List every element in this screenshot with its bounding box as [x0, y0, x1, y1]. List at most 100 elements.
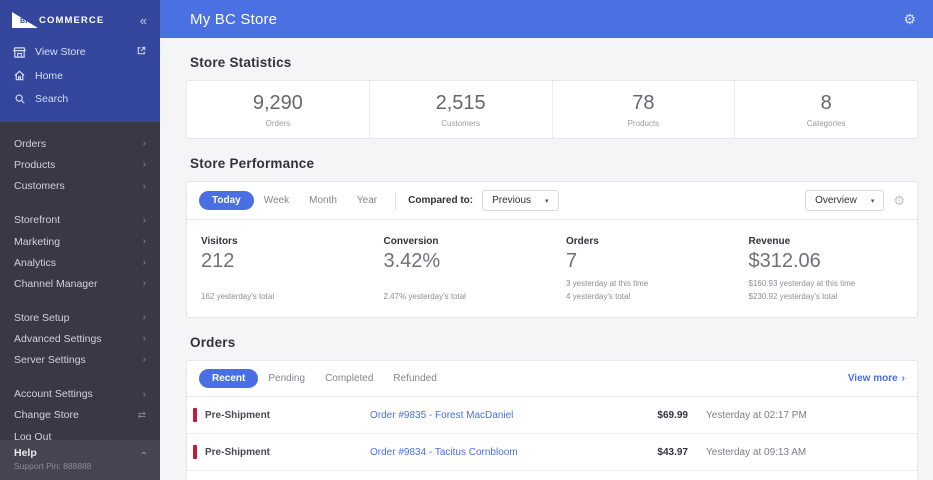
- tab-recent[interactable]: Recent: [199, 369, 259, 388]
- sidebar-item-marketing[interactable]: Marketing ›: [0, 232, 160, 253]
- toolbar-right: Overview ▾ ⚙: [805, 190, 905, 211]
- chevron-right-icon: ›: [142, 256, 146, 268]
- sidebar-item-home[interactable]: Home: [0, 64, 160, 87]
- stat-value: 8: [820, 92, 832, 114]
- storefront-icon: [13, 46, 26, 59]
- settings-gear-icon[interactable]: ⚙: [903, 12, 916, 26]
- sidebar-item-storefront[interactable]: Storefront ›: [0, 210, 160, 231]
- stat-label: Categories: [806, 119, 846, 128]
- metric-value: $312.06: [748, 250, 821, 272]
- metric-sub-line: $230.92 yesterday's total: [748, 291, 838, 301]
- search-icon: [13, 92, 26, 105]
- view-select[interactable]: Overview ▾: [805, 190, 885, 211]
- metric-conversion: Conversion 3.42% 2.47% yesterday's total: [370, 230, 553, 305]
- nav-group-marketing: Storefront › Marketing › Analytics › Cha…: [0, 210, 160, 295]
- performance-toolbar: Today Week Month Year Compared to: Previ…: [187, 182, 917, 220]
- sidebar-item-label: Store Setup: [14, 311, 70, 324]
- sidebar-item-server-settings[interactable]: Server Settings ›: [0, 350, 160, 371]
- sidebar-store-section: BIG COMMERCE « View Store Home Search: [0, 0, 160, 122]
- chevron-right-icon: ›: [142, 388, 146, 400]
- compared-to-label: Compared to:: [408, 195, 474, 206]
- order-link[interactable]: Order #9835 - Forest MacDaniel: [370, 410, 613, 421]
- sidebar-item-customers[interactable]: Customers ›: [0, 176, 160, 197]
- metric-value: 3.42%: [383, 250, 441, 272]
- sidebar-item-account-settings[interactable]: Account Settings ›: [0, 384, 160, 405]
- performance-settings-gear-icon[interactable]: ⚙: [893, 194, 905, 207]
- sidebar-item-search[interactable]: Search: [0, 87, 160, 110]
- caret-down-icon: ▾: [870, 197, 875, 205]
- stat-value: 2,515: [435, 92, 486, 114]
- order-link[interactable]: Order #9834 - Tacitus Cornbloom: [370, 447, 613, 458]
- content: Store Statistics 9,290 Orders 2,515 Cust…: [160, 38, 933, 480]
- home-icon: [13, 69, 26, 82]
- sidebar-item-channel-manager[interactable]: Channel Manager ›: [0, 274, 160, 295]
- metric-subtext: 2.47% yesterday's total: [384, 275, 539, 303]
- order-date: Yesterday at 09:13 AM: [706, 446, 807, 458]
- sidebar-item-advanced-settings[interactable]: Advanced Settings ›: [0, 329, 160, 350]
- help-text: Help Support Pin: 888888: [14, 447, 92, 471]
- tab-today[interactable]: Today: [199, 191, 254, 210]
- view-select-value: Overview: [815, 195, 857, 206]
- sidebar: BIG COMMERCE « View Store Home Search Or…: [0, 0, 160, 480]
- tab-month[interactable]: Month: [299, 191, 347, 210]
- tab-week[interactable]: Week: [254, 191, 299, 210]
- metric-revenue: Revenue $312.06 $160.93 yesterday at thi…: [735, 230, 918, 305]
- store-statistics-heading: Store Statistics: [190, 55, 292, 70]
- order-amount: $69.99: [657, 409, 688, 421]
- chevron-right-icon: ›: [901, 373, 905, 384]
- tab-year[interactable]: Year: [347, 191, 387, 210]
- chevron-right-icon: ›: [142, 235, 146, 247]
- stat-value: 9,290: [252, 92, 303, 114]
- metric-label: Orders: [566, 236, 599, 247]
- sidebar-item-orders[interactable]: Orders ›: [0, 134, 160, 155]
- metric-subtext: 162 yesterday's total: [201, 275, 356, 303]
- sidebar-item-change-store[interactable]: Change Store ⇄: [0, 405, 160, 426]
- view-more-label: View more: [847, 373, 898, 384]
- tab-completed[interactable]: Completed: [315, 369, 383, 388]
- nav-group-commerce: Orders › Products › Customers ›: [0, 134, 160, 197]
- sidebar-item-label: Server Settings: [14, 354, 86, 367]
- status-bar: [193, 408, 197, 422]
- sidebar-item-label: Home: [35, 69, 64, 82]
- external-link-icon: [136, 45, 147, 59]
- nav-group-settings: Store Setup › Advanced Settings › Server…: [0, 308, 160, 371]
- order-amount: $43.97: [657, 446, 688, 458]
- metric-sub-line: 162 yesterday's total: [201, 291, 275, 301]
- stat-orders: 9,290 Orders: [187, 81, 370, 138]
- metric-value: 212: [201, 250, 235, 272]
- chevron-right-icon: ›: [142, 138, 146, 150]
- tab-refunded[interactable]: Refunded: [383, 369, 446, 388]
- sidebar-item-label: Analytics: [14, 256, 57, 269]
- stat-value: 78: [632, 92, 655, 114]
- sidebar-item-label: Products: [14, 159, 56, 172]
- sidebar-item-label: Change Store: [14, 409, 79, 422]
- help-panel[interactable]: Help Support Pin: 888888 ›: [0, 440, 160, 480]
- sidebar-item-store-setup[interactable]: Store Setup ›: [0, 308, 160, 329]
- metric-sub-line: $160.93 yesterday at this time: [748, 279, 856, 289]
- sidebar-item-label: Orders: [14, 138, 47, 150]
- view-more-link[interactable]: View more ›: [848, 373, 905, 384]
- stat-products: 78 Products: [553, 81, 736, 138]
- app-window: BIG COMMERCE « View Store Home Search Or…: [0, 0, 933, 480]
- caret-down-icon: ▾: [545, 197, 549, 205]
- metric-label: Revenue: [748, 236, 791, 247]
- compared-to-select[interactable]: Previous ▾: [482, 190, 559, 211]
- chevron-right-icon: ›: [142, 312, 146, 324]
- sidebar-item-view-store[interactable]: View Store: [0, 40, 160, 64]
- help-title: Help: [14, 447, 37, 459]
- order-status: Pre-Shipment: [205, 446, 271, 458]
- tab-pending[interactable]: Pending: [258, 369, 315, 388]
- sidebar-main-nav: Orders › Products › Customers › Storefro…: [0, 122, 160, 440]
- sidebar-item-products[interactable]: Products ›: [0, 155, 160, 176]
- metric-sub-line: 2.47% yesterday's total: [383, 291, 466, 301]
- chevron-up-icon[interactable]: ›: [138, 451, 150, 455]
- logo-row: BIG COMMERCE «: [0, 0, 160, 40]
- sidebar-item-analytics[interactable]: Analytics ›: [0, 253, 160, 274]
- sidebar-item-log-out[interactable]: Log Out: [0, 427, 160, 441]
- order-row: Pre-Shipment Order #9835 - Forest MacDan…: [187, 397, 917, 434]
- sidebar-collapse-icon[interactable]: «: [140, 13, 147, 28]
- orders-heading: Orders: [190, 335, 236, 350]
- chevron-right-icon: ›: [142, 159, 146, 171]
- sidebar-item-label: Account Settings: [14, 388, 93, 401]
- metric-visitors: Visitors 212 162 yesterday's total: [187, 230, 370, 305]
